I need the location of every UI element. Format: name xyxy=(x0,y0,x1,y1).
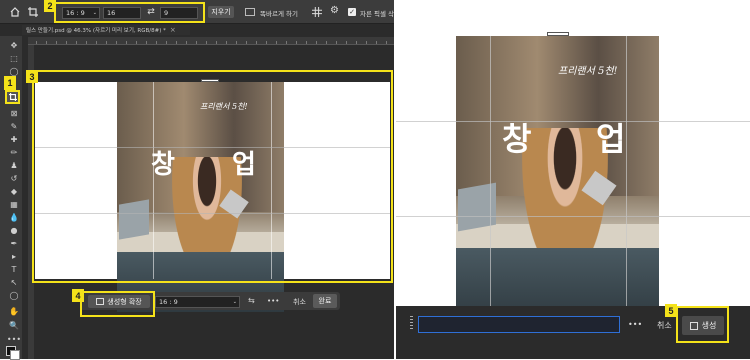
horizontal-ruler xyxy=(28,37,394,45)
grid-overlay-icon[interactable] xyxy=(312,7,322,17)
height-field[interactable]: 9 xyxy=(160,7,198,19)
pen-tool-icon[interactable]: ✒ xyxy=(8,238,20,248)
aspect-swap-icon[interactable]: ⇆ xyxy=(248,297,258,305)
zoom-crop-grid xyxy=(396,36,750,321)
path-select-icon[interactable]: ▸ xyxy=(8,251,20,261)
zoom-tool-icon[interactable]: 🔍 xyxy=(8,320,20,330)
prompt-input[interactable] xyxy=(418,316,620,333)
generate-expand-label: 생성형 확장 xyxy=(107,297,142,306)
context-done-button[interactable]: 완료 xyxy=(313,294,337,308)
width-field[interactable]: 16 xyxy=(103,7,141,19)
more-tools-icon[interactable]: ••• xyxy=(7,334,21,344)
document-tab-title: 릴스 만들기.psd @ 46.3% (자르기 미리 보기, RGB/8#) * xyxy=(26,28,166,34)
expand-icon xyxy=(96,298,105,305)
annotation-label-1: 1 xyxy=(4,76,16,90)
marquee-tool-icon[interactable]: ⬚ xyxy=(8,53,20,63)
brush-tool-icon[interactable]: ✏ xyxy=(8,147,20,157)
swap-icon[interactable]: ⇄ xyxy=(146,7,156,17)
document-tab[interactable]: 릴스 만들기.psd @ 46.3% (자르기 미리 보기, RGB/8#) *… xyxy=(22,25,190,35)
stamp-tool-icon[interactable]: ♟ xyxy=(8,160,20,170)
straighten-label[interactable]: 똑바르게 하기 xyxy=(260,8,298,18)
type-tool-icon[interactable]: T xyxy=(8,264,20,274)
clear-button[interactable]: 지우기 xyxy=(208,6,234,18)
generate-cancel-button[interactable]: 취소 xyxy=(657,320,672,331)
crop-tool-icon[interactable] xyxy=(28,7,38,17)
context-ratio-value: 16 : 9 xyxy=(159,298,178,306)
home-icon[interactable] xyxy=(10,7,20,17)
context-ratio-select[interactable]: 16 : 9 ⌄ xyxy=(155,296,240,308)
eyedropper-icon[interactable]: ✎ xyxy=(8,121,20,131)
delete-cropped-label: 자른 픽셀 삭 xyxy=(360,10,395,18)
lasso-tool-icon[interactable]: ◯ xyxy=(8,66,20,76)
annotation-label-5: 5 xyxy=(665,304,677,317)
dodge-tool-icon[interactable]: ● xyxy=(8,225,20,235)
crop-frame-highlight xyxy=(32,70,393,283)
external-icon xyxy=(689,321,698,330)
close-icon[interactable]: × xyxy=(170,26,176,34)
crop-tool-button[interactable] xyxy=(5,90,20,104)
annotation-label-4: 4 xyxy=(72,289,84,302)
blur-tool-icon[interactable]: 💧 xyxy=(8,212,20,222)
generate-more-button[interactable]: ••• xyxy=(628,320,642,329)
healing-brush-icon[interactable]: ✚ xyxy=(8,134,20,144)
move-tool-icon[interactable]: ✥ xyxy=(8,40,20,50)
straighten-icon[interactable] xyxy=(245,8,255,16)
eraser-tool-icon[interactable]: ◆ xyxy=(8,186,20,196)
gear-icon[interactable]: ⚙ xyxy=(330,6,340,16)
color-swatches[interactable] xyxy=(6,346,20,360)
history-brush-icon[interactable]: ↺ xyxy=(8,173,20,183)
annotation-label-2: 2 xyxy=(44,0,56,12)
height-value: 9 xyxy=(164,9,169,17)
shape-tool-icon[interactable]: ◯ xyxy=(8,290,20,300)
direct-select-icon[interactable]: ↖ xyxy=(8,277,20,287)
ratio-select[interactable]: 16 : 9 ⌄ xyxy=(62,7,100,19)
width-value: 16 xyxy=(107,9,116,17)
clear-label: 지우기 xyxy=(211,8,231,16)
generate-expand-button[interactable]: 생성형 확장 xyxy=(88,295,150,308)
generate-button[interactable]: 생성 xyxy=(682,316,724,335)
context-more-button[interactable]: ••• xyxy=(267,297,279,305)
context-done-label: 완료 xyxy=(318,297,332,305)
prompt-grip-icon xyxy=(410,316,413,330)
frame-tool-icon[interactable]: ⊠ xyxy=(8,108,20,118)
annotation-label-3: 3 xyxy=(26,70,38,83)
generate-label: 생성 xyxy=(701,321,717,330)
ratio-value: 16 : 9 xyxy=(66,9,85,17)
context-cancel-button[interactable]: 취소 xyxy=(293,297,306,307)
zoom-crop-top-handle[interactable] xyxy=(547,32,569,36)
gradient-tool-icon[interactable]: ▦ xyxy=(8,199,20,209)
hand-tool-icon[interactable]: ✋ xyxy=(8,306,20,316)
delete-cropped-checkbox[interactable]: ✓ xyxy=(348,8,356,16)
